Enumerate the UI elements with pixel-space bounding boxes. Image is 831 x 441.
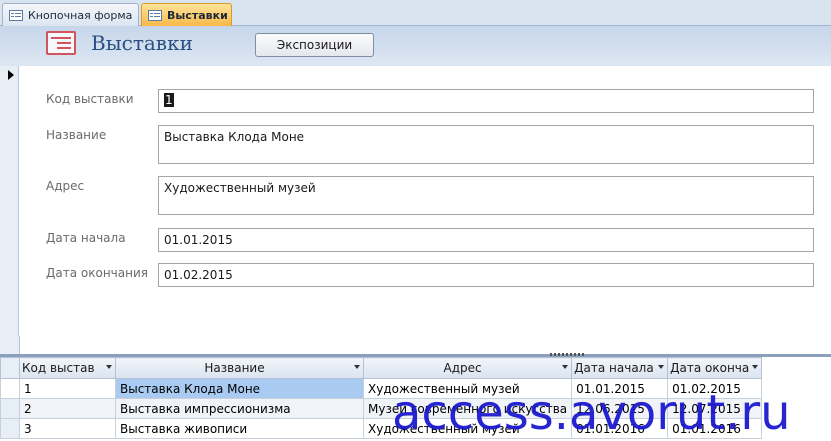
end-date-field[interactable]: 01.02.2015	[158, 263, 814, 287]
current-record-arrow-icon	[8, 70, 14, 80]
chevron-down-icon[interactable]	[354, 365, 360, 369]
form-title: Выставки	[91, 31, 193, 55]
column-header[interactable]: Дата начала	[571, 357, 669, 379]
select-all-corner[interactable]	[0, 357, 20, 379]
tab-label: Кнопочная форма	[28, 8, 133, 22]
form-detail: Код выставки 1 Название Выставка Клода М…	[20, 66, 831, 336]
table-cell[interactable]: 2	[19, 398, 116, 419]
table-cell[interactable]: Выставка импрессионизма	[115, 398, 364, 419]
start-date-field[interactable]: 01.01.2015	[158, 228, 814, 252]
tab-switchboard-form[interactable]: Кнопочная форма	[2, 3, 139, 26]
record-selector[interactable]	[0, 66, 19, 336]
column-header[interactable]: Дата оконча	[667, 357, 763, 379]
form-icon	[46, 31, 76, 55]
tab-label: Выставки	[167, 8, 228, 22]
table-cell[interactable]: Выставка живописи	[115, 418, 364, 439]
table-cell[interactable]: 3	[19, 418, 116, 439]
row-selector[interactable]	[0, 398, 20, 419]
row-selector[interactable]	[0, 378, 20, 399]
form-header: Выставки Экспозиции	[0, 26, 831, 66]
form-icon	[9, 9, 23, 21]
chevron-down-icon[interactable]	[658, 365, 665, 369]
chevron-down-icon[interactable]	[752, 365, 759, 369]
field-value: 1	[164, 93, 174, 107]
name-field[interactable]: Выставка Клода Моне	[158, 125, 814, 164]
label-exhibition-code: Код выставки	[46, 92, 134, 106]
table-cell[interactable]: 1	[19, 378, 116, 399]
watermark-text: access.avorut.ru	[392, 385, 791, 441]
splitter-grip-icon[interactable]	[550, 353, 586, 356]
expositions-button[interactable]: Экспозиции	[255, 33, 374, 57]
form-icon	[148, 9, 162, 21]
table-cell[interactable]: Выставка Клода Моне	[115, 378, 364, 399]
access-window: Кнопочная форма Выставки Выставки Экспоз…	[0, 0, 831, 441]
label-address: Адрес	[46, 179, 85, 193]
label-start-date: Дата начала	[46, 231, 126, 245]
chevron-down-icon[interactable]	[106, 365, 112, 369]
exhibition-code-field[interactable]: 1	[158, 89, 814, 113]
document-tab-bar: Кнопочная форма Выставки	[0, 0, 831, 26]
column-header[interactable]: Адрес	[362, 357, 573, 379]
label-end-date: Дата окончания	[46, 266, 148, 280]
chevron-down-icon[interactable]	[562, 365, 569, 369]
column-header[interactable]: Название	[115, 357, 364, 379]
row-selector[interactable]	[0, 418, 20, 439]
split-form-splitter[interactable]	[0, 336, 831, 357]
column-header[interactable]: Код выстав	[19, 357, 116, 379]
label-name: Название	[46, 128, 107, 142]
address-field[interactable]: Художественный музей	[158, 176, 814, 215]
tab-exhibitions[interactable]: Выставки	[141, 3, 232, 26]
